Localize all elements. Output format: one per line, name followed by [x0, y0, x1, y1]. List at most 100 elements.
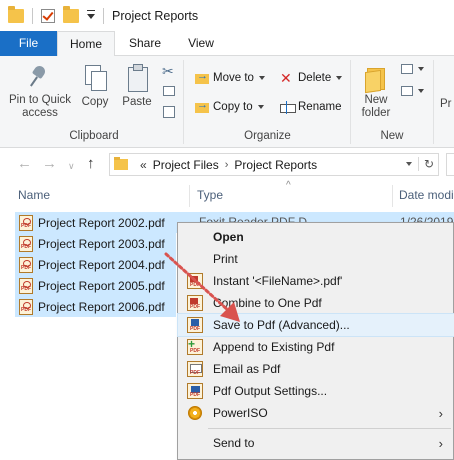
breadcrumb-overflow[interactable]: «	[140, 158, 147, 172]
append-pdf-icon	[187, 337, 203, 355]
easy-access-icon	[401, 86, 413, 96]
tab-file[interactable]: File	[0, 31, 57, 56]
file-name: Project Report 2004.pdf	[38, 257, 165, 272]
copy-to-label: Copy to	[213, 101, 253, 113]
copy-to-icon	[195, 99, 209, 114]
menu-item-label: Print	[213, 252, 238, 266]
ribbon-tabs: File Home Share View	[0, 31, 454, 57]
new-folder-icon	[364, 64, 388, 90]
copy-label: Copy	[81, 96, 109, 108]
tab-view[interactable]: View	[173, 31, 229, 56]
paste-button[interactable]: Paste	[119, 64, 155, 109]
rename-label: Rename	[298, 101, 342, 113]
search-input[interactable]	[446, 153, 454, 176]
file-name: Project Report 2003.pdf	[38, 236, 165, 251]
delete-button[interactable]: ✕ Delete	[280, 70, 343, 86]
menu-item-send-to[interactable]: Send to ›	[178, 432, 454, 454]
copy-icon	[83, 64, 107, 92]
cut-button[interactable]: ✂	[162, 64, 174, 78]
delete-label: Delete	[298, 72, 332, 84]
pdf-file-icon	[19, 298, 33, 315]
group-divider	[350, 60, 351, 144]
menu-item-label: Open	[213, 230, 244, 244]
up-arrow-icon[interactable]: ↑	[87, 156, 95, 171]
list-item[interactable]: Project Report 2006.pdf	[15, 296, 176, 317]
title-separator	[103, 7, 104, 24]
sort-up-icon: ^	[286, 180, 291, 191]
back-arrow-icon[interactable]: ←	[17, 156, 32, 171]
chevron-right-icon: ›	[438, 405, 443, 421]
address-input[interactable]: « Project Files › Project Reports ↻	[109, 153, 439, 176]
menu-item-output-settings[interactable]: Pdf Output Settings...	[178, 380, 454, 402]
menu-item-label: Combine to One Pdf	[213, 296, 322, 310]
chevron-down-icon	[418, 67, 424, 71]
list-item[interactable]: Project Report 2004.pdf	[15, 254, 176, 275]
forward-arrow-icon[interactable]: →	[42, 156, 57, 171]
new-folder-quick-icon[interactable]	[63, 5, 79, 23]
menu-item-print[interactable]: Print	[178, 248, 454, 270]
rename-icon	[280, 100, 296, 114]
column-header-row: Name ^ Type Date modi	[0, 180, 454, 209]
column-divider[interactable]	[392, 185, 393, 207]
list-item[interactable]: Project Report 2003.pdf	[15, 233, 176, 254]
breadcrumb-chevron-icon[interactable]: ›	[225, 159, 229, 171]
file-name: Project Report 2005.pdf	[38, 278, 165, 293]
copy-path-button[interactable]	[163, 86, 175, 96]
address-dropdown-icon[interactable]	[405, 162, 412, 166]
menu-item-label: Save to Pdf (Advanced)...	[213, 318, 350, 332]
menu-item-label: Email as Pdf	[213, 362, 281, 376]
clipboard-group-label: Clipboard	[69, 130, 119, 142]
paste-shortcut-icon	[163, 106, 175, 118]
new-item-button[interactable]	[401, 64, 424, 74]
pin-to-quick-access-button[interactable]: Pin to Quick access	[6, 64, 74, 120]
poweriso-disc-icon	[188, 406, 202, 420]
quick-access-dropdown-icon[interactable]	[87, 10, 95, 19]
file-name: Project Report 2002.pdf	[38, 215, 165, 230]
pdf-file-icon	[19, 235, 33, 252]
move-to-button[interactable]: Move to	[195, 70, 265, 85]
column-type[interactable]: Type	[197, 188, 223, 202]
tab-share[interactable]: Share	[117, 31, 173, 56]
easy-access-button[interactable]	[401, 86, 424, 96]
organize-group-label: Organize	[244, 130, 291, 142]
column-date-modified[interactable]: Date modi	[399, 188, 454, 202]
menu-item-open[interactable]: Open	[178, 226, 454, 248]
menu-item-label: PowerISO	[213, 406, 268, 420]
copy-path-icon	[163, 86, 175, 96]
copy-button[interactable]: Copy	[77, 64, 113, 109]
delete-x-icon: ✕	[280, 70, 292, 86]
list-item[interactable]: Project Report 2005.pdf	[15, 275, 176, 296]
tab-home[interactable]: Home	[57, 31, 115, 57]
new-folder-label-line1: New	[364, 94, 388, 106]
menu-item-email[interactable]: Email as Pdf	[178, 358, 454, 380]
menu-item-combine[interactable]: Combine to One Pdf	[178, 292, 454, 314]
move-to-icon	[195, 70, 209, 85]
scissors-icon: ✂	[162, 63, 174, 79]
folder-icon	[8, 5, 24, 23]
column-divider[interactable]	[189, 185, 190, 207]
recent-locations-chevron-icon[interactable]: ∨	[68, 159, 75, 174]
title-bar: Project Reports	[0, 0, 454, 31]
address-bar-row: ← → ∨ ↑ « Project Files › Project Report…	[0, 148, 454, 181]
menu-separator	[208, 428, 451, 429]
properties-icon[interactable]	[41, 8, 55, 23]
pdf-settings-icon	[187, 383, 203, 399]
new-folder-button[interactable]: New folder	[356, 64, 396, 120]
menu-item-label: Pdf Output Settings...	[213, 384, 328, 398]
list-item[interactable]: Project Report 2002.pdf	[15, 212, 165, 233]
menu-item-append[interactable]: Append to Existing Pdf	[178, 336, 454, 358]
folder-icon	[114, 157, 128, 170]
rename-button[interactable]: Rename	[280, 100, 341, 114]
breadcrumb-project-files[interactable]: Project Files	[153, 158, 219, 172]
breadcrumb-project-reports[interactable]: Project Reports	[234, 158, 317, 172]
refresh-icon[interactable]: ↻	[417, 157, 434, 171]
paste-shortcut-button[interactable]	[163, 106, 175, 118]
menu-item-save-advanced[interactable]: Save to Pdf (Advanced)...	[177, 313, 454, 337]
menu-item-instant-pdf[interactable]: Instant '<FileName>.pdf'	[178, 270, 454, 292]
properties-button-partial[interactable]: Pr	[440, 98, 454, 111]
chevron-down-icon	[418, 89, 424, 93]
menu-item-poweriso[interactable]: PowerISO ›	[178, 402, 454, 424]
copy-to-button[interactable]: Copy to	[195, 99, 264, 114]
chevron-down-icon	[258, 76, 265, 80]
column-name[interactable]: Name	[18, 188, 50, 202]
